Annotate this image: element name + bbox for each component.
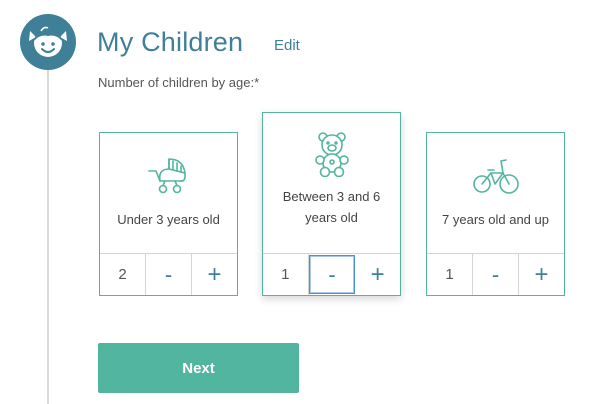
age-card-under-3[interactable]: Under 3 years old 2 - + — [99, 132, 238, 296]
children-count-prompt: Number of children by age:* — [98, 75, 260, 90]
decrement-button[interactable]: - — [473, 254, 519, 295]
child-avatar-icon — [20, 14, 76, 70]
teddy-bear-icon — [263, 131, 400, 177]
age-label: Between 3 and 6 years old — [282, 189, 381, 225]
age-label: Under 3 years old — [117, 212, 220, 227]
next-button[interactable]: Next — [98, 343, 299, 393]
increment-button[interactable]: + — [355, 254, 400, 295]
bicycle-icon — [427, 151, 564, 197]
age-card-7-plus[interactable]: 7 years old and up 1 - + — [426, 132, 565, 296]
decrement-button[interactable]: - — [308, 255, 356, 294]
child-count: 1 — [263, 254, 309, 295]
section-title: My Children — [97, 27, 244, 57]
quantity-stepper: 2 - + — [100, 253, 237, 295]
stroller-icon — [100, 151, 237, 197]
age-label: 7 years old and up — [442, 212, 549, 227]
quantity-stepper: 1 - + — [263, 253, 400, 295]
increment-button[interactable]: + — [192, 254, 237, 295]
decrement-button[interactable]: - — [146, 254, 192, 295]
child-count: 1 — [427, 254, 473, 295]
quantity-stepper: 1 - + — [427, 253, 564, 295]
increment-button[interactable]: + — [519, 254, 564, 295]
age-card-3-to-6[interactable]: Between 3 and 6 years old 1 - + — [262, 112, 401, 296]
child-count: 2 — [100, 254, 146, 295]
edit-link[interactable]: Edit — [274, 37, 300, 54]
timeline-line — [47, 70, 49, 404]
